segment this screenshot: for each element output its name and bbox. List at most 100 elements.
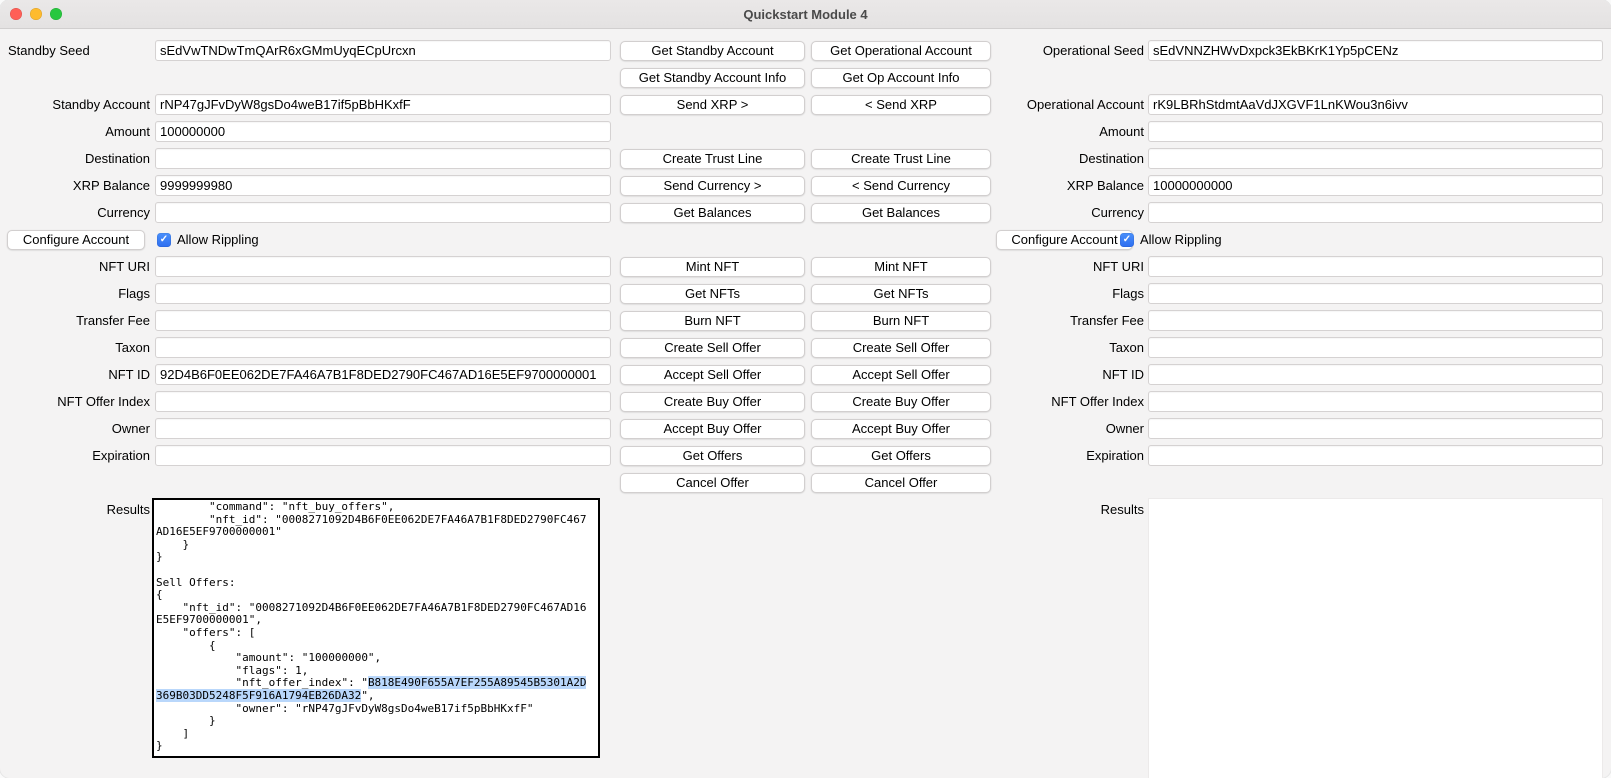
standby-amount-label: Amount bbox=[0, 118, 152, 145]
operational-destination-input[interactable] bbox=[1148, 148, 1603, 169]
operational-create-trust-line-button[interactable]: Create Trust Line bbox=[811, 149, 991, 169]
titlebar: Quickstart Module 4 bbox=[0, 0, 1611, 29]
standby-get-offers-button[interactable]: Get Offers bbox=[620, 446, 805, 466]
operational-results-textarea[interactable] bbox=[1148, 498, 1603, 778]
standby-nft-offer-index-label: NFT Offer Index bbox=[0, 388, 152, 415]
operational-get-balances-button[interactable]: Get Balances bbox=[811, 203, 991, 223]
operational-allow-rippling-row: ✓ Allow Rippling bbox=[1120, 226, 1611, 253]
standby-xrp-balance-label: XRP Balance bbox=[0, 172, 152, 199]
operational-seed-label: Operational Seed bbox=[996, 37, 1146, 64]
get-operational-account-button[interactable]: Get Operational Account bbox=[811, 41, 991, 61]
standby-create-buy-offer-button[interactable]: Create Buy Offer bbox=[620, 392, 805, 412]
standby-configure-account-button[interactable]: Configure Account bbox=[7, 230, 145, 250]
operational-results-label: Results bbox=[996, 496, 1146, 778]
standby-mint-nft-button[interactable]: Mint NFT bbox=[620, 257, 805, 277]
standby-expiration-input[interactable] bbox=[155, 445, 611, 466]
operational-destination-label: Destination bbox=[996, 145, 1146, 172]
quickstart-window: Quickstart Module 4 Standby Seed Get Sta… bbox=[0, 0, 1611, 778]
operational-xrp-balance-label: XRP Balance bbox=[996, 172, 1146, 199]
checkmark-icon: ✓ bbox=[1123, 235, 1131, 245]
operational-allow-rippling-checkbox[interactable]: ✓ bbox=[1120, 233, 1134, 247]
standby-owner-input[interactable] bbox=[155, 418, 611, 439]
standby-nft-uri-input[interactable] bbox=[155, 256, 611, 277]
operational-taxon-input[interactable] bbox=[1148, 337, 1603, 358]
operational-nft-offer-index-label: NFT Offer Index bbox=[996, 388, 1146, 415]
operational-burn-nft-button[interactable]: Burn NFT bbox=[811, 311, 991, 331]
standby-amount-input[interactable] bbox=[155, 121, 611, 142]
standby-account-input[interactable] bbox=[155, 94, 611, 115]
standby-account-label: Standby Account bbox=[0, 91, 152, 118]
send-currency-right-button[interactable]: Send Currency > bbox=[620, 176, 805, 196]
standby-transfer-fee-label: Transfer Fee bbox=[0, 307, 152, 334]
operational-allow-rippling-label: Allow Rippling bbox=[1140, 232, 1222, 247]
operational-create-sell-offer-button[interactable]: Create Sell Offer bbox=[811, 338, 991, 358]
operational-xrp-balance-input[interactable] bbox=[1148, 175, 1603, 196]
standby-nft-id-label: NFT ID bbox=[0, 361, 152, 388]
operational-create-buy-offer-button[interactable]: Create Buy Offer bbox=[811, 392, 991, 412]
standby-allow-rippling-row: ✓ Allow Rippling bbox=[152, 226, 614, 253]
operational-amount-label: Amount bbox=[996, 118, 1146, 145]
operational-currency-input[interactable] bbox=[1148, 202, 1603, 223]
operational-accept-sell-offer-button[interactable]: Accept Sell Offer bbox=[811, 365, 991, 385]
operational-owner-input[interactable] bbox=[1148, 418, 1603, 439]
operational-transfer-fee-label: Transfer Fee bbox=[996, 307, 1146, 334]
operational-nft-id-input[interactable] bbox=[1148, 364, 1603, 385]
standby-destination-input[interactable] bbox=[155, 148, 611, 169]
standby-owner-label: Owner bbox=[0, 415, 152, 442]
operational-get-offers-button[interactable]: Get Offers bbox=[811, 446, 991, 466]
operational-flags-input[interactable] bbox=[1148, 283, 1603, 304]
get-standby-account-info-button[interactable]: Get Standby Account Info bbox=[620, 68, 805, 88]
standby-xrp-balance-input[interactable] bbox=[155, 175, 611, 196]
operational-nft-uri-input[interactable] bbox=[1148, 256, 1603, 277]
standby-taxon-input[interactable] bbox=[155, 337, 611, 358]
operational-nft-offer-index-input[interactable] bbox=[1148, 391, 1603, 412]
standby-seed-input[interactable] bbox=[155, 40, 611, 61]
standby-accept-buy-offer-button[interactable]: Accept Buy Offer bbox=[620, 419, 805, 439]
operational-seed-input[interactable] bbox=[1148, 40, 1603, 61]
standby-burn-nft-button[interactable]: Burn NFT bbox=[620, 311, 805, 331]
checkmark-icon: ✓ bbox=[160, 235, 168, 245]
operational-owner-label: Owner bbox=[996, 415, 1146, 442]
operational-currency-label: Currency bbox=[996, 199, 1146, 226]
operational-nft-uri-label: NFT URI bbox=[996, 253, 1146, 280]
get-standby-account-button[interactable]: Get Standby Account bbox=[620, 41, 805, 61]
get-op-account-info-button[interactable]: Get Op Account Info bbox=[811, 68, 991, 88]
operational-get-nfts-button[interactable]: Get NFTs bbox=[811, 284, 991, 304]
standby-nft-offer-index-input[interactable] bbox=[155, 391, 611, 412]
operational-mint-nft-button[interactable]: Mint NFT bbox=[811, 257, 991, 277]
standby-results-textarea[interactable]: "command": "nft_buy_offers", "nft_id": "… bbox=[152, 498, 600, 758]
operational-account-label: Operational Account bbox=[996, 91, 1146, 118]
send-currency-left-button[interactable]: < Send Currency bbox=[811, 176, 991, 196]
window-title: Quickstart Module 4 bbox=[743, 7, 867, 22]
standby-destination-label: Destination bbox=[0, 145, 152, 172]
standby-accept-sell-offer-button[interactable]: Accept Sell Offer bbox=[620, 365, 805, 385]
operational-amount-input[interactable] bbox=[1148, 121, 1603, 142]
send-xrp-right-button[interactable]: Send XRP > bbox=[620, 95, 805, 115]
operational-flags-label: Flags bbox=[996, 280, 1146, 307]
standby-flags-input[interactable] bbox=[155, 283, 611, 304]
standby-taxon-label: Taxon bbox=[0, 334, 152, 361]
operational-cancel-offer-button[interactable]: Cancel Offer bbox=[811, 473, 991, 493]
standby-allow-rippling-checkbox[interactable]: ✓ bbox=[157, 233, 171, 247]
send-xrp-left-button[interactable]: < Send XRP bbox=[811, 95, 991, 115]
zoom-icon[interactable] bbox=[50, 8, 62, 20]
standby-nft-id-input[interactable] bbox=[155, 364, 611, 385]
operational-expiration-input[interactable] bbox=[1148, 445, 1603, 466]
standby-get-balances-button[interactable]: Get Balances bbox=[620, 203, 805, 223]
close-icon[interactable] bbox=[10, 8, 22, 20]
standby-get-nfts-button[interactable]: Get NFTs bbox=[620, 284, 805, 304]
standby-allow-rippling-label: Allow Rippling bbox=[177, 232, 259, 247]
operational-transfer-fee-input[interactable] bbox=[1148, 310, 1603, 331]
minimize-icon[interactable] bbox=[30, 8, 42, 20]
standby-cancel-offer-button[interactable]: Cancel Offer bbox=[620, 473, 805, 493]
main-content: Standby Seed Get Standby Account Get Ope… bbox=[0, 29, 1611, 778]
standby-transfer-fee-input[interactable] bbox=[155, 310, 611, 331]
operational-nft-id-label: NFT ID bbox=[996, 361, 1146, 388]
operational-accept-buy-offer-button[interactable]: Accept Buy Offer bbox=[811, 419, 991, 439]
standby-create-trust-line-button[interactable]: Create Trust Line bbox=[620, 149, 805, 169]
operational-account-input[interactable] bbox=[1148, 94, 1603, 115]
standby-currency-input[interactable] bbox=[155, 202, 611, 223]
operational-configure-account-button[interactable]: Configure Account bbox=[996, 230, 1133, 250]
standby-create-sell-offer-button[interactable]: Create Sell Offer bbox=[620, 338, 805, 358]
operational-taxon-label: Taxon bbox=[996, 334, 1146, 361]
